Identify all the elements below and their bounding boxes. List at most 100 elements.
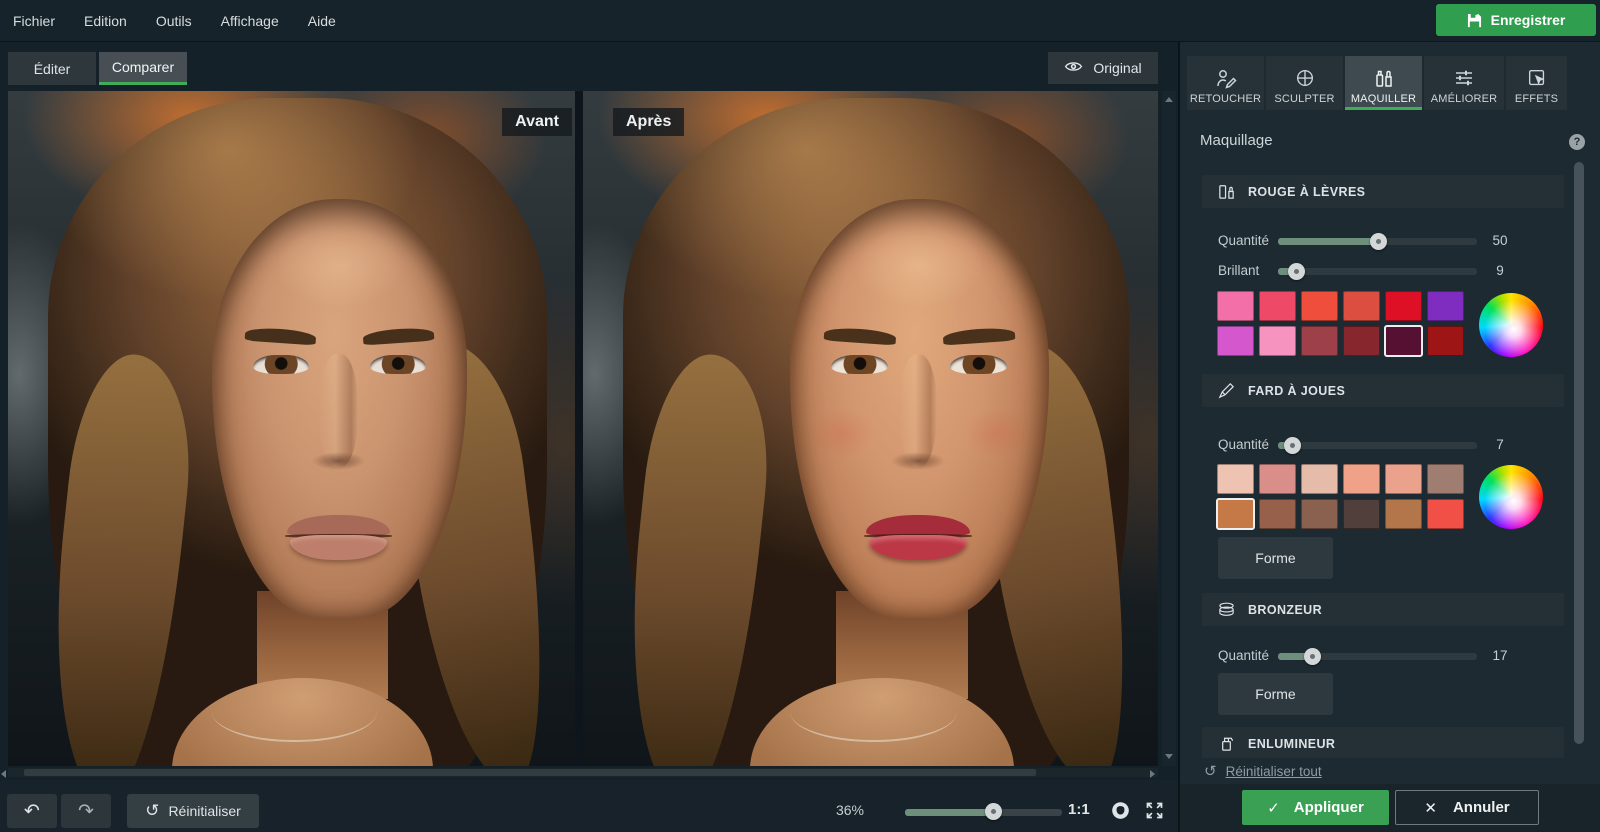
reset-button[interactable]: ↺ Réinitialiser — [127, 794, 259, 828]
image-canvas[interactable]: Avant Après — [8, 91, 1158, 766]
blush-shape-button[interactable]: Forme — [1218, 537, 1333, 579]
eye-icon — [1064, 60, 1083, 76]
color-swatch[interactable] — [1259, 499, 1296, 529]
scroll-down-arrow[interactable] — [1165, 754, 1173, 759]
horizontal-scrollbar[interactable] — [8, 768, 1158, 777]
face — [212, 199, 467, 618]
face-zoom-button[interactable] — [1108, 798, 1132, 822]
apply-button[interactable]: ✓ Appliquer — [1242, 790, 1389, 825]
scroll-right-arrow[interactable] — [1150, 770, 1155, 778]
color-swatch[interactable] — [1301, 499, 1338, 529]
color-swatch[interactable] — [1385, 291, 1422, 321]
panel-scrollbar[interactable] — [1574, 162, 1584, 744]
lipstick-swatches — [1217, 291, 1464, 356]
tab-edit[interactable]: Éditer — [8, 52, 96, 85]
color-swatch[interactable] — [1259, 291, 1296, 321]
fullscreen-icon[interactable] — [1142, 798, 1166, 822]
blush-quantity-slider[interactable] — [1278, 442, 1477, 449]
save-button[interactable]: Enregistrer — [1436, 4, 1596, 36]
slider-thumb[interactable] — [1284, 437, 1301, 454]
help-button[interactable]: ? — [1569, 134, 1585, 150]
bronzer-shape-button[interactable]: Forme — [1218, 673, 1333, 715]
highlighter-icon — [1217, 734, 1236, 753]
tab-compare[interactable]: Comparer — [99, 52, 187, 85]
tab-sculpter[interactable]: SCULPTER — [1266, 56, 1343, 110]
menu-item[interactable]: Aide — [308, 13, 336, 29]
eyebrow — [245, 326, 317, 345]
color-swatch[interactable] — [1427, 464, 1464, 494]
color-swatch[interactable] — [1427, 291, 1464, 321]
color-swatch[interactable] — [1259, 326, 1296, 356]
cancel-button[interactable]: ✕ Annuler — [1395, 790, 1539, 825]
scroll-left-arrow[interactable] — [1, 770, 6, 778]
tab-retoucher[interactable]: RETOUCHER — [1187, 56, 1264, 110]
cheek — [963, 408, 1030, 458]
color-swatch[interactable] — [1343, 499, 1380, 529]
color-swatch[interactable] — [1343, 326, 1380, 356]
tab-ameliorer[interactable]: AMÉLIORER — [1424, 56, 1504, 110]
color-swatch[interactable] — [1385, 464, 1422, 494]
color-swatch[interactable] — [1217, 326, 1254, 356]
eye — [831, 355, 888, 374]
section-bronzer[interactable]: BRONZEUR — [1202, 593, 1564, 626]
retouch-icon — [1214, 67, 1238, 89]
zoom-slider[interactable] — [905, 809, 1062, 816]
color-swatch[interactable] — [1259, 464, 1296, 494]
scroll-up-arrow[interactable] — [1165, 97, 1173, 102]
color-swatch[interactable] — [1217, 464, 1254, 494]
menu-item[interactable]: Outils — [156, 13, 192, 29]
color-swatch[interactable] — [1427, 326, 1464, 356]
save-icon — [1467, 13, 1482, 28]
menu-item[interactable]: Affichage — [221, 13, 279, 29]
bronzer-quantity-slider[interactable] — [1278, 653, 1477, 660]
lipstick-quantity-slider[interactable] — [1278, 238, 1477, 245]
panel-title: Maquillage — [1200, 132, 1273, 149]
ratio-button[interactable]: 1:1 — [1068, 801, 1090, 818]
color-swatch[interactable] — [1385, 499, 1422, 529]
original-button[interactable]: Original — [1048, 52, 1158, 84]
blush-brush-icon — [1217, 381, 1236, 400]
tab-effets[interactable]: EFFETS — [1506, 56, 1567, 110]
undo-button[interactable]: ↶ — [7, 794, 57, 828]
save-label: Enregistrer — [1491, 12, 1566, 28]
color-swatch[interactable] — [1301, 326, 1338, 356]
color-swatch[interactable] — [1427, 499, 1464, 529]
color-swatch[interactable] — [1301, 291, 1338, 321]
horizontal-scrollbar-thumb[interactable] — [24, 769, 1036, 776]
color-swatch[interactable] — [1385, 326, 1422, 356]
zoom-slider-thumb[interactable] — [985, 803, 1002, 820]
panel-tabs: RETOUCHER SCULPTER MAQUILLER AMÉLIORER E… — [1187, 56, 1567, 110]
color-swatch[interactable] — [1217, 499, 1254, 529]
section-lipstick[interactable]: ROUGE À LÈVRES — [1202, 175, 1564, 208]
section-highlighter[interactable]: ENLUMINEUR — [1202, 727, 1564, 760]
redo-icon: ↷ — [78, 800, 94, 822]
reset-icon: ↺ — [145, 801, 159, 821]
vertical-scrollbar[interactable] — [1162, 91, 1176, 766]
reset-all-link[interactable]: Réinitialiser tout — [1226, 764, 1322, 779]
color-swatch[interactable] — [1343, 291, 1380, 321]
zoom-percent: 36% — [812, 802, 864, 818]
bronzer-quantity-row: Quantité 17 — [1218, 646, 1530, 666]
menu-item[interactable]: Edition — [84, 13, 127, 29]
makeup-panel: RETOUCHER SCULPTER MAQUILLER AMÉLIORER E… — [1178, 42, 1600, 832]
blush-color-wheel[interactable] — [1479, 465, 1543, 529]
section-blush[interactable]: FARD À JOUES — [1202, 374, 1564, 407]
slider-thumb[interactable] — [1288, 263, 1305, 280]
eye — [253, 355, 309, 374]
color-swatch[interactable] — [1301, 464, 1338, 494]
redo-button[interactable]: ↷ — [61, 794, 111, 828]
panel-footer: ✓ Appliquer ✕ Annuler — [1180, 784, 1600, 832]
lipstick-shine-slider[interactable] — [1278, 268, 1477, 275]
necklace — [212, 682, 376, 743]
lipstick-color-wheel[interactable] — [1479, 293, 1543, 357]
color-swatch[interactable] — [1217, 291, 1254, 321]
slider-thumb[interactable] — [1304, 648, 1321, 665]
color-swatch[interactable] — [1343, 464, 1380, 494]
menu-item[interactable]: Fichier — [13, 13, 55, 29]
blush-quantity-row: Quantité 7 — [1218, 435, 1530, 455]
close-icon: ✕ — [1424, 799, 1437, 817]
before-label: Avant — [502, 108, 572, 136]
tab-maquiller[interactable]: MAQUILLER — [1345, 56, 1422, 110]
nose — [319, 354, 357, 467]
slider-thumb[interactable] — [1370, 233, 1387, 250]
